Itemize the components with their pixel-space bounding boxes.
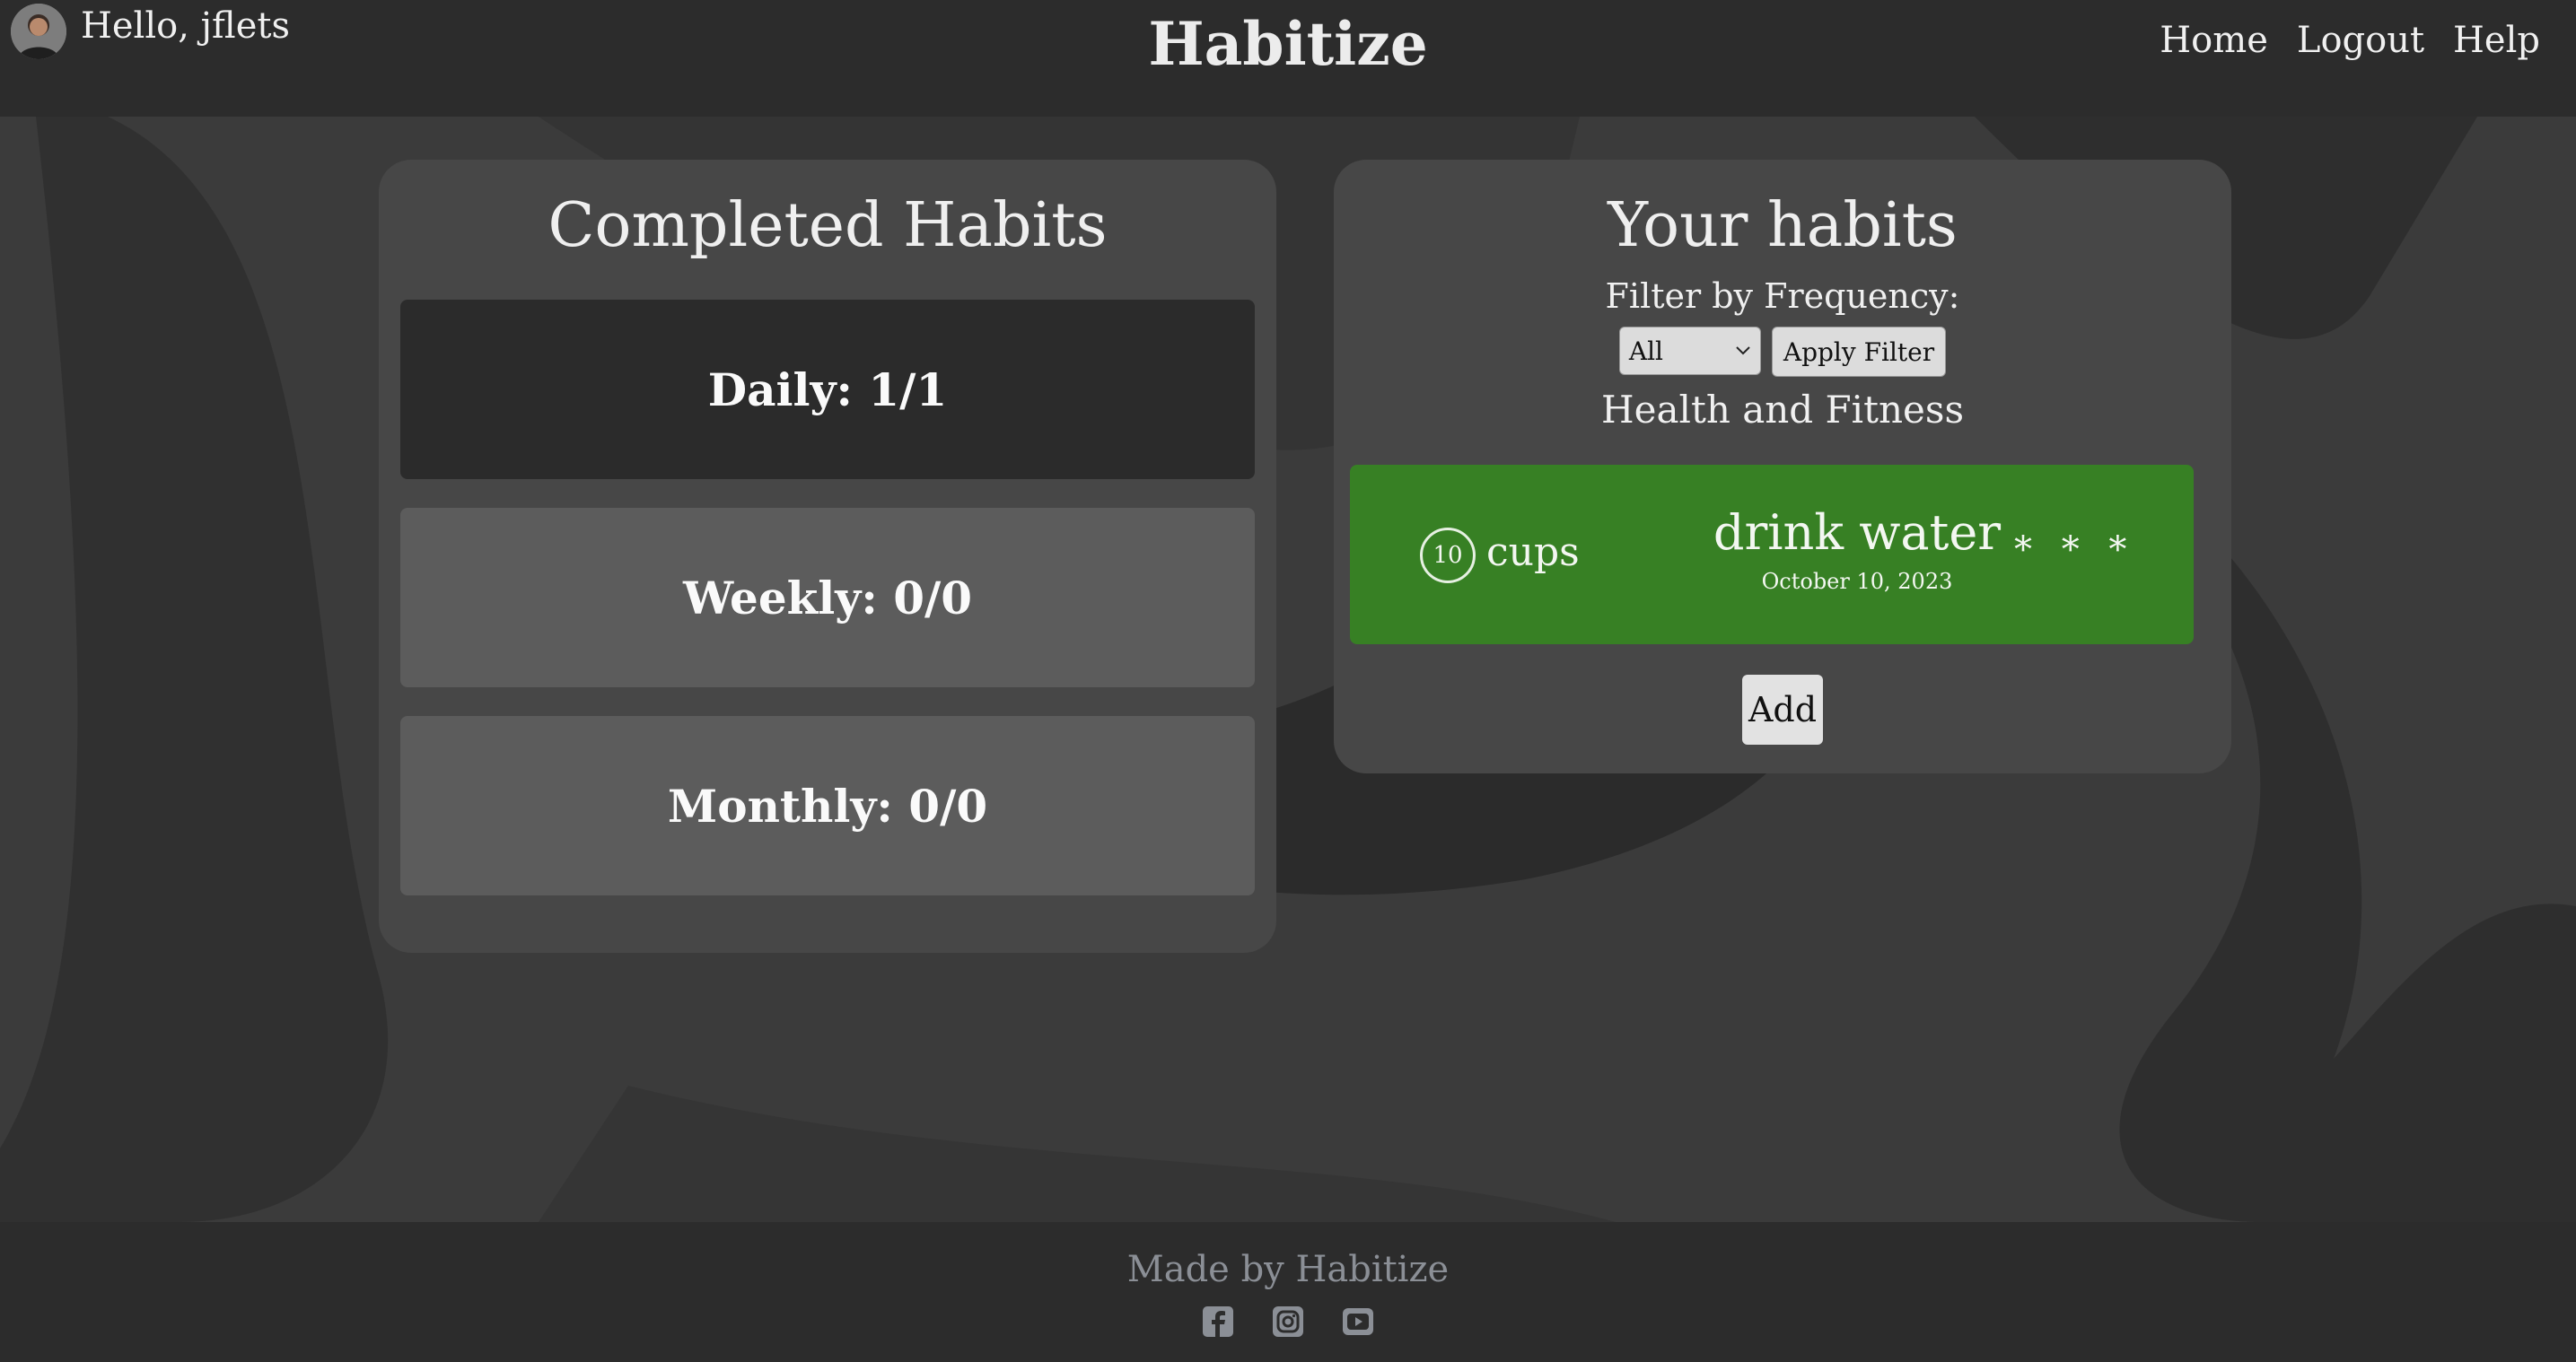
nav-home-link[interactable]: Home <box>2160 20 2268 61</box>
navbar: Hello, jflets Habitize Home Logout Help <box>0 0 2576 117</box>
your-habits-title: Your habits <box>1608 190 1958 261</box>
weekly-stat[interactable]: Weekly: 0/0 <box>400 508 1255 687</box>
frequency-select-value: All <box>1628 336 1663 366</box>
monthly-stat[interactable]: Monthly: 0/0 <box>400 716 1255 895</box>
nav-links: Home Logout Help <box>2160 20 2540 61</box>
social-links <box>0 1305 2576 1339</box>
footer: Made by Habitize <box>0 1222 2576 1362</box>
habit-date: October 10, 2023 <box>1761 569 1953 594</box>
apply-filter-button[interactable]: Apply Filter <box>1771 327 1947 377</box>
filter-label: Filter by Frequency: <box>1605 276 1960 316</box>
habit-card[interactable]: 10 cups drink water October 10, 2023 * *… <box>1350 465 2194 644</box>
nav-logout-link[interactable]: Logout <box>2297 20 2424 61</box>
habit-count-badge[interactable]: 10 <box>1420 528 1476 583</box>
completed-habits-title: Completed Habits <box>548 190 1108 261</box>
add-habit-button[interactable]: Add <box>1742 675 1823 745</box>
facebook-icon[interactable] <box>1201 1305 1235 1339</box>
nav-help-link[interactable]: Help <box>2453 20 2540 61</box>
your-habits-card: Your habits Filter by Frequency: All App… <box>1334 160 2231 773</box>
youtube-icon[interactable] <box>1341 1305 1375 1339</box>
habit-name: drink water <box>1713 504 2002 561</box>
filter-row: All Apply Filter <box>1334 327 2231 377</box>
instagram-icon[interactable] <box>1271 1305 1305 1339</box>
chevron-down-icon <box>1736 346 1750 355</box>
frequency-select[interactable]: All <box>1618 327 1761 375</box>
habit-options-menu[interactable]: * * * <box>2014 529 2135 571</box>
daily-stat[interactable]: Daily: 1/1 <box>400 300 1255 479</box>
completed-habits-card: Completed Habits Daily: 1/1 Weekly: 0/0 … <box>379 160 1276 953</box>
footer-credit: Made by Habitize <box>1126 1249 1450 1290</box>
habit-unit: cups <box>1486 529 1580 575</box>
category-heading: Health and Fitness <box>1600 388 1965 432</box>
